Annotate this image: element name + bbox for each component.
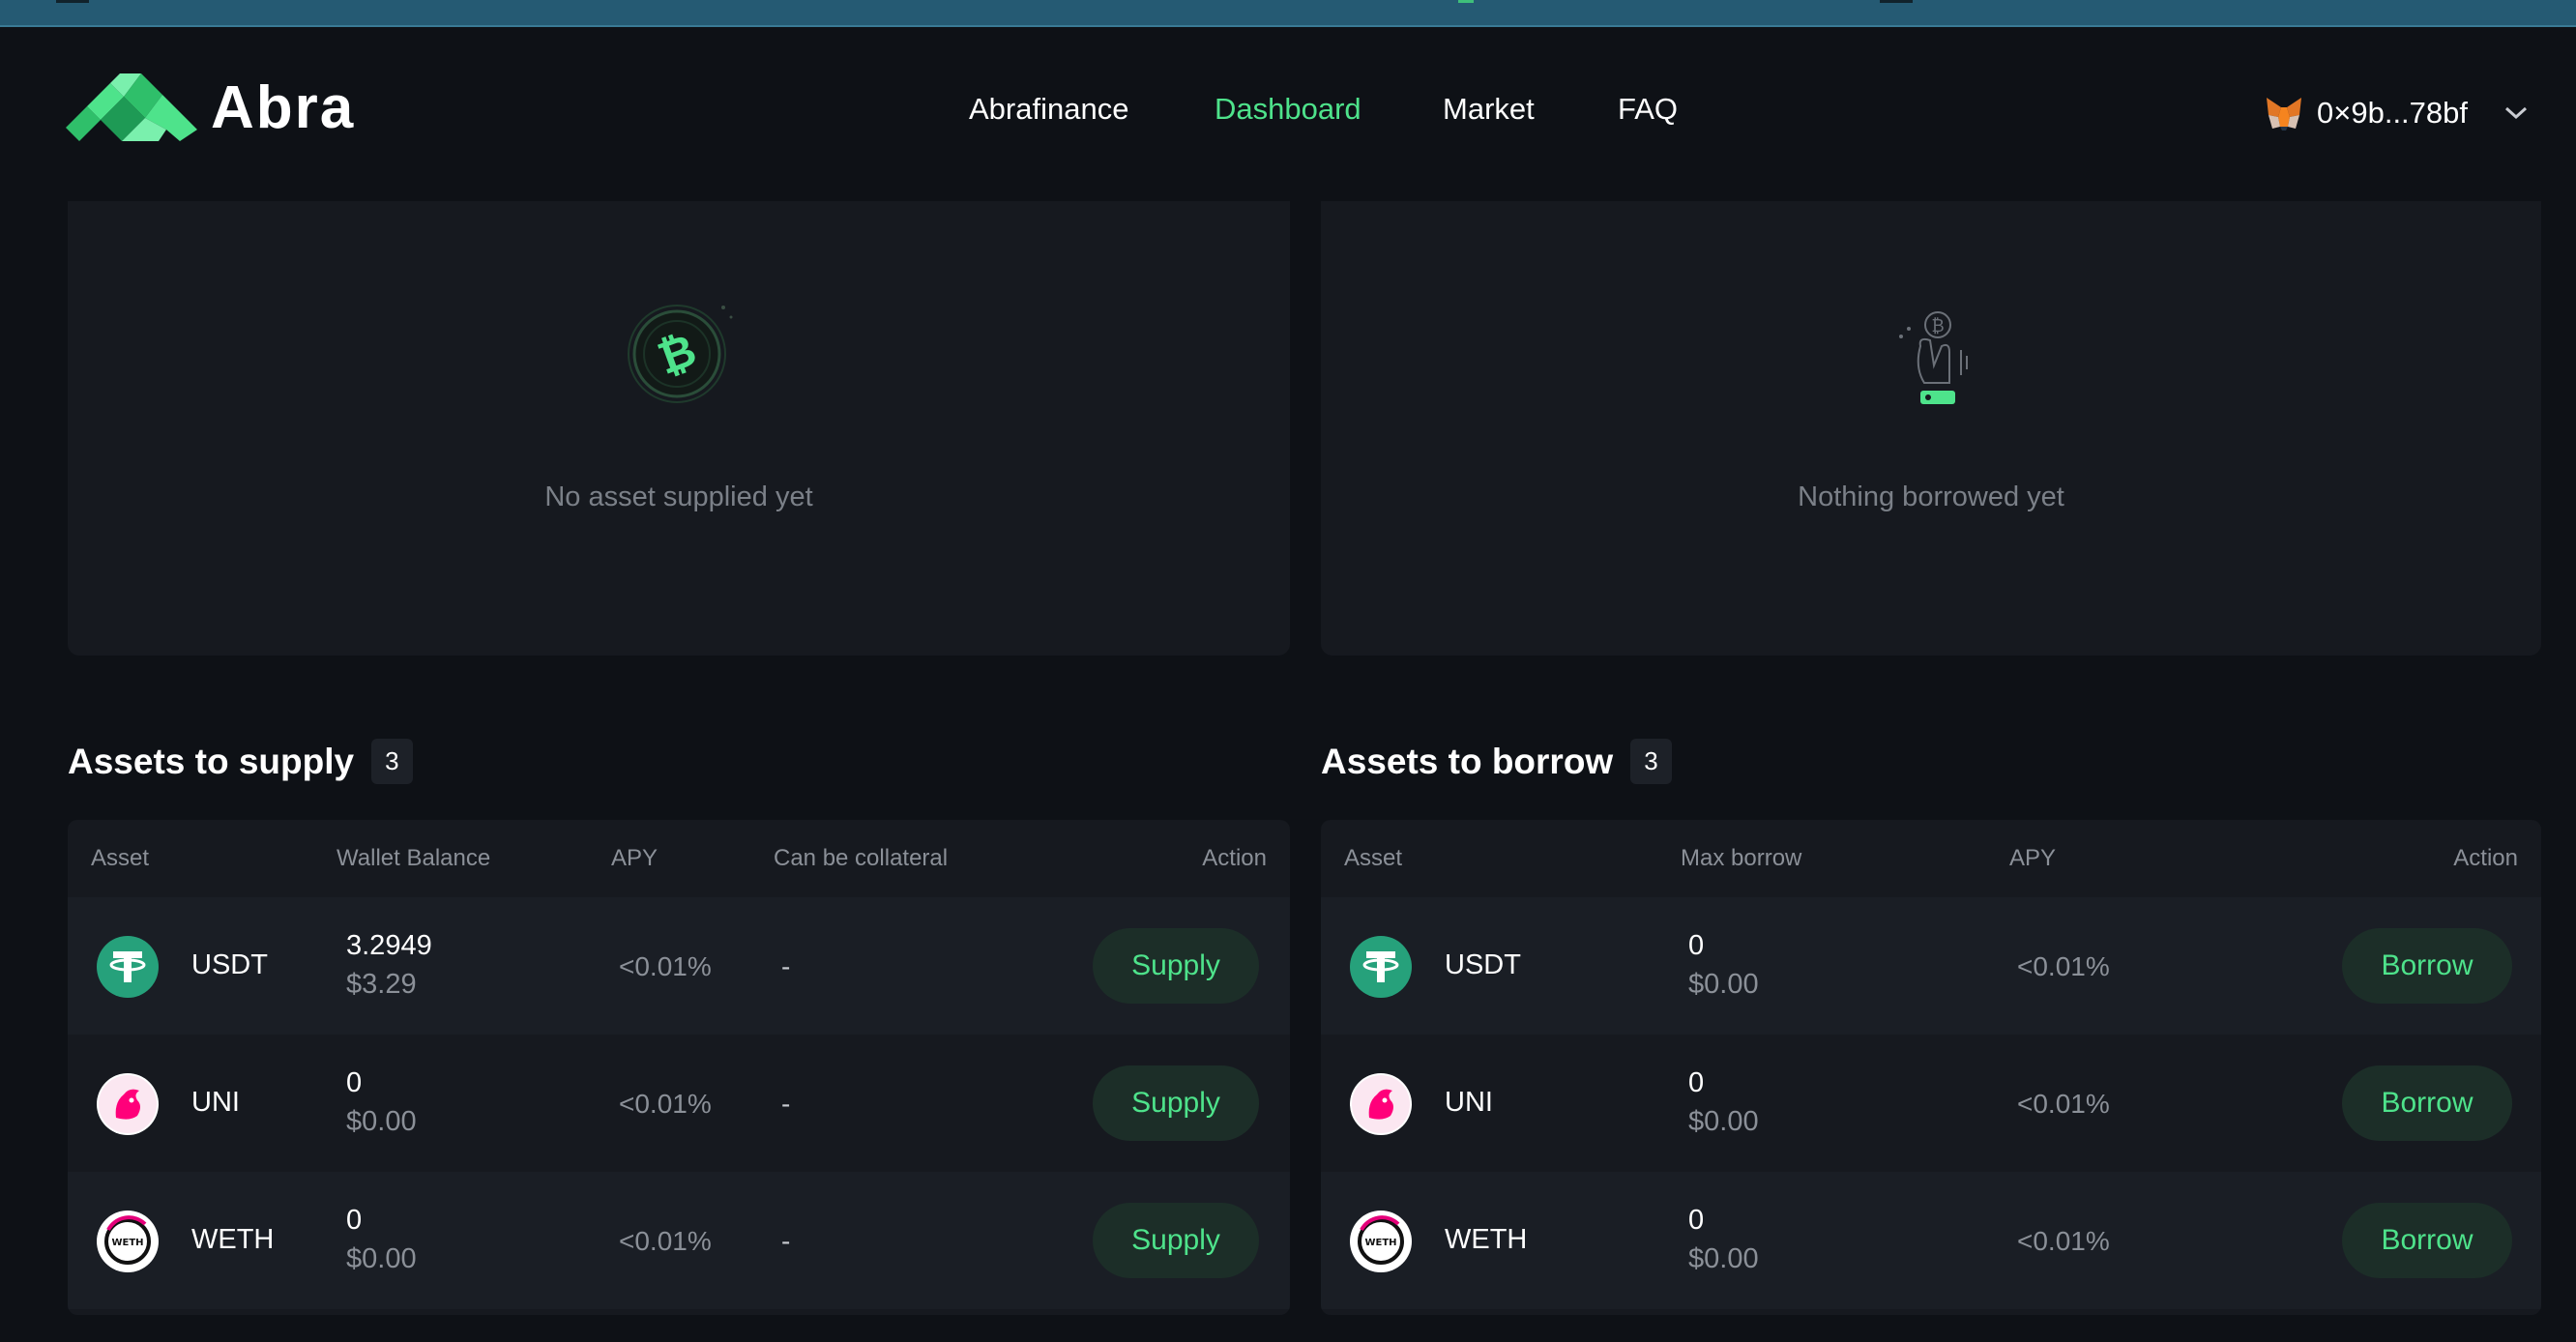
uni-icon	[1350, 1073, 1412, 1135]
col-asset: Asset	[91, 845, 150, 871]
asset-name: WETH	[191, 1224, 275, 1255]
borrow-title: Assets to borrow	[1321, 741, 1614, 781]
col-action: Action	[2453, 845, 2518, 871]
uni-icon	[97, 1073, 159, 1135]
borrows-panel: ₿ Nothing borrowed yet	[1321, 201, 2541, 656]
asset-name: USDT	[1445, 949, 1521, 980]
wallet-balance-usd: $0.00	[346, 1106, 417, 1137]
weth-icon: WETH	[97, 1211, 159, 1272]
supply-table: Asset Wallet Balance APY Can be collater…	[68, 820, 1290, 1315]
collateral-value: -	[781, 1226, 791, 1256]
col-max-borrow: Max borrow	[1681, 845, 1802, 871]
borrow-button[interactable]: Borrow	[2342, 1065, 2512, 1141]
asset-name: USDT	[191, 949, 268, 980]
usdt-icon	[97, 936, 159, 998]
weth-icon: WETH	[1350, 1211, 1412, 1272]
chevron-down-icon[interactable]	[2503, 103, 2530, 123]
empty-borrows-text: Nothing borrowed yet	[1798, 481, 2064, 512]
supplies-panel: ₿ No asset supplied yet	[68, 201, 1290, 656]
max-borrow: 0	[1688, 1205, 1705, 1236]
max-borrow: 0	[1688, 1067, 1705, 1098]
supply-title: Assets to supply	[68, 741, 355, 781]
nav-abrafinance[interactable]: Abrafinance	[969, 92, 1128, 127]
table-row: WETH WETH 0 $0.00 <0.01% Borrow	[1321, 1172, 2541, 1309]
table-row: UNI 0 $0.00 <0.01% - Supply	[68, 1035, 1290, 1172]
brand-logo[interactable]: Abra	[66, 72, 355, 143]
apy-value: <0.01%	[619, 1089, 712, 1119]
col-wallet-balance: Wallet Balance	[337, 845, 491, 871]
nav-faq[interactable]: FAQ	[1618, 92, 1678, 127]
apy-value: <0.01%	[619, 951, 712, 981]
apy-value: <0.01%	[2017, 1226, 2110, 1256]
svg-text:WETH: WETH	[111, 1238, 143, 1248]
borrow-button[interactable]: Borrow	[2342, 1203, 2512, 1278]
wallet-button[interactable]: 0×9b...78bf	[2265, 90, 2530, 136]
table-row: WETH WETH 0 $0.00 <0.01% - Supply	[68, 1172, 1290, 1309]
nav-dashboard[interactable]: Dashboard	[1215, 92, 1361, 127]
metamask-fox-icon	[2267, 98, 2301, 131]
supply-button[interactable]: Supply	[1093, 1203, 1259, 1278]
table-row: UNI 0 $0.00 <0.01% Borrow	[1321, 1035, 2541, 1172]
table-row: USDT 3.2949 $3.29 <0.01% - Supply	[68, 897, 1290, 1035]
wallet-address: 0×9b...78bf	[2317, 96, 2468, 130]
apy-value: <0.01%	[2017, 1089, 2110, 1119]
abra-logo-icon	[66, 73, 197, 141]
col-asset: Asset	[1344, 845, 1403, 871]
col-action: Action	[1202, 845, 1267, 871]
apy-value: <0.01%	[619, 1226, 712, 1256]
table-header: Asset Wallet Balance APY Can be collater…	[68, 820, 1290, 897]
wallet-balance: 0	[346, 1205, 363, 1236]
col-collateral: Can be collateral	[774, 845, 949, 871]
usdt-icon	[1350, 936, 1412, 998]
max-borrow-usd: $0.00	[1688, 1243, 1759, 1274]
empty-supplies-text: No asset supplied yet	[544, 481, 813, 512]
wallet-balance: 3.2949	[346, 930, 432, 961]
wallet-balance-usd: $3.29	[346, 969, 417, 1000]
table-header: Asset Max borrow APY Action	[1321, 820, 2541, 897]
svg-text:₿: ₿	[1931, 316, 1944, 336]
asset-name: UNI	[191, 1087, 240, 1118]
strip-mark	[56, 0, 89, 3]
nav-market[interactable]: Market	[1443, 92, 1535, 127]
max-borrow-usd: $0.00	[1688, 1106, 1759, 1137]
supply-button[interactable]: Supply	[1093, 928, 1259, 1004]
strip-mark	[1880, 0, 1913, 3]
strip-mark	[1458, 0, 1474, 3]
apy-value: <0.01%	[2017, 951, 2110, 981]
asset-name: UNI	[1445, 1087, 1493, 1118]
wallet-balance-usd: $0.00	[346, 1243, 417, 1274]
supply-button[interactable]: Supply	[1093, 1065, 1259, 1141]
borrow-table: Asset Max borrow APY Action USDT 0 $0.00…	[1321, 820, 2541, 1315]
asset-name: WETH	[1445, 1224, 1528, 1255]
borrow-section-title: Assets to borrow 3	[1321, 739, 1672, 784]
collateral-value: -	[781, 951, 791, 981]
supply-section-title: Assets to supply 3	[68, 739, 413, 784]
collateral-value: -	[781, 1089, 791, 1119]
borrow-count-badge: 3	[1630, 739, 1672, 784]
col-apy: APY	[2009, 845, 2057, 871]
max-borrow-usd: $0.00	[1688, 969, 1759, 1000]
col-apy: APY	[611, 845, 659, 871]
brand-name: Abra	[211, 73, 356, 141]
wallet-balance: 0	[346, 1067, 363, 1098]
top-strip	[0, 0, 2576, 27]
supply-count-badge: 3	[371, 739, 413, 784]
svg-text:WETH: WETH	[1364, 1238, 1396, 1248]
borrow-button[interactable]: Borrow	[2342, 928, 2512, 1004]
bitcoin-coin-icon: ₿	[623, 294, 739, 415]
table-row: USDT 0 $0.00 <0.01% Borrow	[1321, 897, 2541, 1035]
max-borrow: 0	[1688, 930, 1705, 961]
hand-coin-icon: ₿	[1891, 307, 1978, 419]
